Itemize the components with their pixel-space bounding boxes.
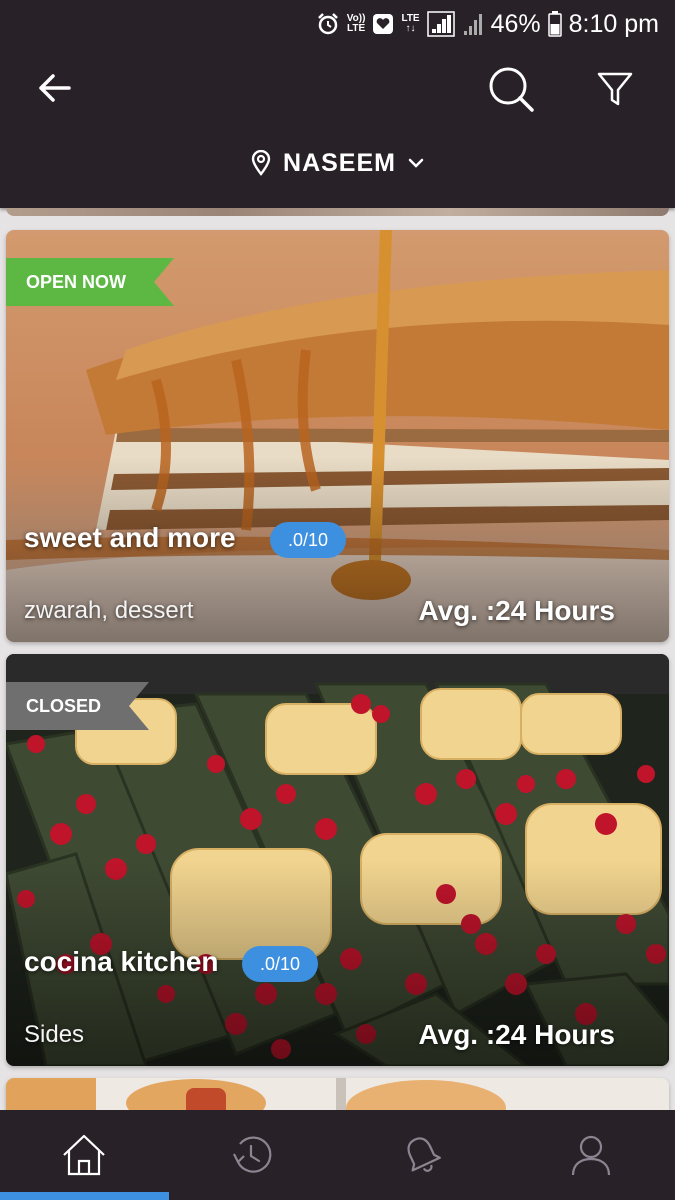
restaurant-categories: zwarah, dessert: [24, 597, 194, 624]
restaurant-name: cocina kitchen: [24, 946, 219, 977]
nav-home[interactable]: [0, 1110, 168, 1200]
restaurant-card[interactable]: CLOSED cocina kitchen .0/10 Sides Avg. :…: [6, 654, 669, 1066]
profile-icon: [571, 1135, 611, 1176]
search-button[interactable]: [484, 62, 538, 116]
rating-badge: .0/10: [242, 946, 319, 982]
heart-app-icon: [373, 14, 394, 34]
restaurant-card-partial-top[interactable]: [6, 208, 669, 216]
status-badge: OPEN NOW: [6, 258, 174, 306]
filter-icon: [597, 72, 633, 106]
rating-badge: .0/10: [270, 522, 347, 558]
filter-button[interactable]: [592, 64, 638, 114]
battery-percent: 46%: [490, 9, 541, 38]
history-icon: [233, 1136, 272, 1173]
app-bar: NASEEM: [0, 48, 675, 208]
search-icon: [489, 67, 534, 112]
signal-icon: [426, 11, 455, 37]
status-badge: CLOSED: [6, 682, 149, 730]
status-icons: Vo)) LTE LTE ↑↓ 46% 8:10 pm: [316, 8, 659, 40]
location-selector[interactable]: NASEEM: [0, 143, 675, 183]
status-bar: Vo)) LTE LTE ↑↓ 46% 8:10 pm: [0, 0, 675, 48]
back-button[interactable]: [28, 66, 80, 110]
average-delivery-time: Avg. :24 Hours: [418, 1019, 615, 1050]
battery-icon: [547, 11, 562, 37]
home-icon: [63, 1134, 105, 1176]
clock: 8:10 pm: [568, 9, 659, 38]
restaurant-card[interactable]: OPEN NOW sweet and more .0/10 zwarah, de…: [6, 230, 669, 642]
volte-indicator: Vo)) LTE: [346, 13, 366, 34]
chevron-down-icon: [408, 158, 424, 168]
bottom-navigation: [0, 1110, 675, 1200]
lte-indicator: LTE ↑↓: [401, 13, 420, 34]
restaurant-list[interactable]: OPEN NOW sweet and more .0/10 zwarah, de…: [0, 208, 675, 1110]
restaurant-name: sweet and more: [24, 522, 236, 553]
nav-notifications[interactable]: [338, 1110, 506, 1200]
alarm-icon: [317, 13, 338, 35]
average-delivery-time: Avg. :24 Hours: [418, 595, 615, 626]
arrow-left-icon: [39, 74, 71, 102]
signal-icon-secondary: [463, 14, 482, 35]
notification-bell-icon: [407, 1137, 441, 1172]
nav-profile[interactable]: [507, 1110, 675, 1200]
nav-history[interactable]: [169, 1110, 337, 1200]
restaurant-categories: Sides: [24, 1021, 85, 1048]
active-tab-indicator: [0, 1192, 169, 1200]
restaurant-image: [6, 1078, 669, 1110]
restaurant-card-partial-bottom[interactable]: [6, 1078, 669, 1110]
location-name: NASEEM: [283, 148, 396, 177]
location-pin-icon: [251, 150, 271, 176]
